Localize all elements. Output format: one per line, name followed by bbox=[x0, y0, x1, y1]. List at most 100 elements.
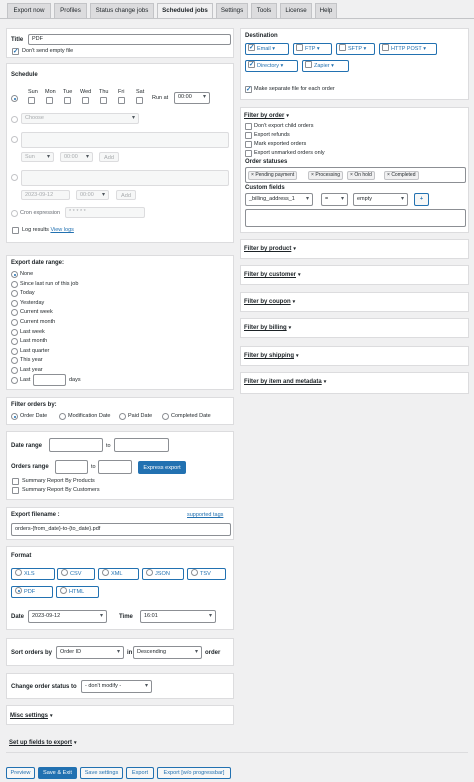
format-html-option[interactable]: HTML bbox=[56, 586, 99, 598]
destination-directory-checkbox[interactable] bbox=[248, 60, 255, 70]
filter-toggle-5[interactable]: Filter by item and metadata ▾ bbox=[244, 379, 326, 385]
filter-order-date-radio[interactable] bbox=[11, 413, 18, 420]
export-no-progressbar-button[interactable]: Export [w/o progressbar] bbox=[157, 767, 231, 779]
filter-toggle-1[interactable]: Filter by customer ▾ bbox=[244, 272, 301, 278]
format-xml-option[interactable]: XML bbox=[98, 568, 139, 580]
schedule-dates-radio[interactable] bbox=[11, 174, 18, 181]
times-time-select[interactable]: 00:00 bbox=[60, 152, 93, 162]
summary-products-checkbox[interactable] bbox=[12, 478, 19, 485]
tab-help[interactable]: Help bbox=[315, 3, 337, 18]
sort-field-select[interactable]: Order ID bbox=[56, 646, 124, 659]
format-pdf-radio[interactable] bbox=[15, 587, 22, 595]
times-add-button[interactable]: Add bbox=[99, 152, 119, 162]
destination-sftp-checkbox[interactable] bbox=[339, 44, 346, 52]
run-at-select[interactable]: 00:00 bbox=[174, 92, 210, 104]
times-list-input[interactable] bbox=[21, 132, 229, 148]
date-range-radio-0[interactable] bbox=[11, 271, 18, 278]
format-date-select[interactable]: 2023-09-12 bbox=[28, 610, 107, 623]
order-statuses-input[interactable]: × Pending payment × Processing × On hold… bbox=[245, 167, 466, 183]
format-html-radio[interactable] bbox=[60, 587, 67, 595]
tab-license[interactable]: License bbox=[280, 3, 312, 18]
day-checkbox-thu[interactable] bbox=[100, 97, 107, 104]
custom-field-operator-select[interactable]: = bbox=[321, 193, 348, 206]
view-logs-link[interactable]: View logs bbox=[50, 227, 73, 233]
status-tag-on-hold[interactable]: × On hold bbox=[347, 171, 375, 180]
destination-email-checkbox[interactable] bbox=[248, 43, 255, 53]
custom-field-value-select[interactable]: empty bbox=[353, 193, 408, 206]
misc-settings-toggle[interactable]: Misc settings ▾ bbox=[10, 713, 53, 719]
format-xls-option[interactable]: XLS bbox=[11, 568, 55, 580]
orders-range-from-input[interactable] bbox=[55, 460, 88, 474]
export-refunds-checkbox[interactable] bbox=[245, 132, 252, 139]
destination-sftp-option[interactable]: SFTP ▾ bbox=[336, 43, 375, 55]
format-pdf-option[interactable]: PDF bbox=[11, 586, 53, 598]
date-range-radio-9[interactable] bbox=[11, 357, 18, 365]
date-range-radio-8[interactable] bbox=[11, 347, 18, 355]
destination-zapier-option[interactable]: Zapier ▾ bbox=[302, 60, 349, 72]
schedule-times-radio[interactable] bbox=[11, 136, 18, 143]
filter-toggle-3[interactable]: Filter by billing ▾ bbox=[244, 325, 291, 331]
mark-exported-checkbox[interactable] bbox=[245, 141, 252, 148]
export-unmarked-checkbox[interactable] bbox=[245, 150, 252, 157]
destination-zapier-checkbox[interactable] bbox=[305, 61, 312, 69]
destination-ftp-option[interactable]: FTP ▾ bbox=[293, 43, 332, 55]
format-csv-radio[interactable] bbox=[61, 569, 68, 577]
day-checkbox-sat[interactable] bbox=[136, 97, 143, 104]
date-range-radio-7[interactable] bbox=[11, 338, 18, 346]
add-custom-field-button[interactable]: + bbox=[414, 193, 429, 206]
date-range-radio-5[interactable] bbox=[11, 319, 18, 326]
format-tsv-option[interactable]: TSV bbox=[187, 568, 226, 580]
last-days-input[interactable] bbox=[33, 373, 66, 386]
date-range-radio-4[interactable] bbox=[11, 309, 18, 317]
cron-input[interactable]: * * * * * bbox=[65, 207, 145, 218]
format-json-radio[interactable] bbox=[146, 569, 153, 577]
title-input[interactable]: PDF bbox=[28, 34, 231, 45]
date-range-radio-2[interactable] bbox=[11, 290, 18, 298]
filter-toggle-4[interactable]: Filter by shipping ▾ bbox=[244, 353, 299, 359]
setup-fields-toggle[interactable]: Set up fields to export ▾ bbox=[9, 740, 77, 746]
format-csv-option[interactable]: CSV bbox=[57, 568, 95, 580]
tab-tools[interactable]: Tools bbox=[251, 3, 277, 18]
filter-toggle-0[interactable]: Filter by product ▾ bbox=[244, 246, 296, 252]
dates-date-input[interactable]: 2023-09-12 bbox=[21, 190, 70, 200]
interval-choose-select[interactable]: Choose bbox=[21, 113, 139, 124]
format-json-option[interactable]: JSON bbox=[142, 568, 184, 580]
filter-paid-date-radio[interactable] bbox=[119, 413, 126, 420]
day-checkbox-sun[interactable] bbox=[28, 97, 35, 104]
destination-ftp-checkbox[interactable] bbox=[296, 44, 303, 52]
date-range-radio-1[interactable] bbox=[11, 280, 18, 288]
save-settings-button[interactable]: Save settings bbox=[80, 767, 123, 779]
day-checkbox-fri[interactable] bbox=[118, 97, 125, 104]
filename-input[interactable]: orders-{from_date}-to-{to_date}.pdf bbox=[11, 523, 231, 536]
day-checkbox-mon[interactable] bbox=[46, 97, 53, 104]
day-checkbox-wed[interactable] bbox=[82, 97, 89, 104]
day-checkbox-tue[interactable] bbox=[64, 97, 71, 104]
destination-email-option[interactable]: Email ▾ bbox=[245, 43, 289, 55]
tab-scheduled-jobs[interactable]: Scheduled jobs bbox=[157, 3, 213, 19]
date-range-radio-10[interactable] bbox=[11, 367, 18, 374]
custom-fields-list-input[interactable] bbox=[245, 209, 466, 227]
change-status-select[interactable]: - don't modify - bbox=[81, 680, 152, 693]
schedule-cron-radio[interactable] bbox=[11, 210, 18, 217]
tab-settings[interactable]: Settings bbox=[216, 3, 248, 18]
dont-export-child-checkbox[interactable] bbox=[245, 123, 252, 130]
date-range-to-input[interactable] bbox=[114, 438, 169, 452]
orders-range-to-input[interactable] bbox=[98, 460, 132, 474]
date-range-from-input[interactable] bbox=[49, 438, 103, 452]
tab-profiles[interactable]: Profiles bbox=[54, 3, 87, 18]
destination-http-post-checkbox[interactable] bbox=[382, 44, 389, 52]
tab-export-now[interactable]: Export now bbox=[7, 3, 51, 18]
format-xml-radio[interactable] bbox=[102, 569, 109, 577]
destination-directory-option[interactable]: Directory ▾ bbox=[245, 60, 298, 72]
format-tsv-radio[interactable] bbox=[191, 569, 198, 577]
times-day-select[interactable]: Sun bbox=[21, 152, 54, 162]
format-xls-radio[interactable] bbox=[15, 569, 22, 577]
filter-completed-date-radio[interactable] bbox=[162, 413, 169, 420]
dates-time-select[interactable]: 00:00 bbox=[76, 190, 109, 200]
status-tag-pending[interactable]: × Pending payment bbox=[248, 171, 298, 180]
tab-status-change-jobs[interactable]: Status change jobs bbox=[90, 3, 154, 18]
format-time-select[interactable]: 16:01 bbox=[140, 610, 216, 623]
destination-http-post-option[interactable]: HTTP POST ▾ bbox=[379, 43, 437, 55]
export-button[interactable]: Export bbox=[126, 767, 154, 779]
separate-file-checkbox[interactable] bbox=[245, 85, 252, 93]
